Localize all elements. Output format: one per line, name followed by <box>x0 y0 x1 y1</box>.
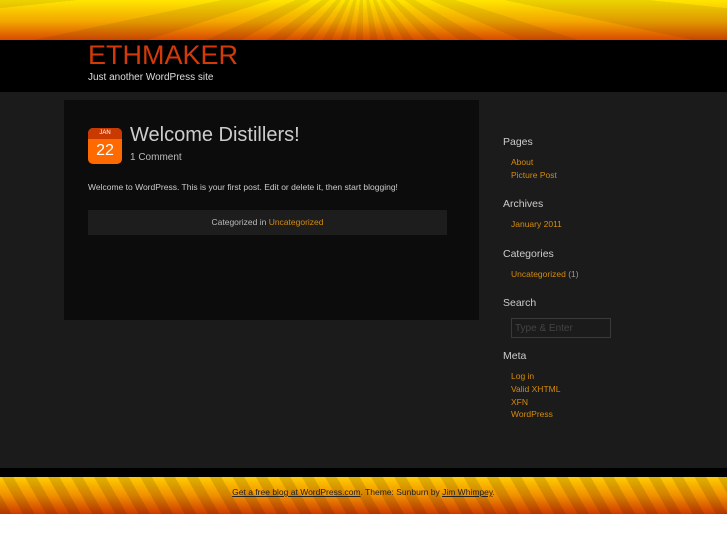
meta-link-xfn[interactable]: XFN <box>511 397 528 407</box>
category-item: Uncategorized (1) <box>511 269 579 279</box>
category-link[interactable]: Uncategorized <box>269 217 324 227</box>
sunburst-banner <box>0 0 727 40</box>
categorized-label: Categorized in <box>211 217 267 227</box>
site-header: ETHMAKER Just another WordPress site <box>0 40 727 92</box>
search-heading: Search <box>503 297 537 309</box>
calendar-date-icon: JAN 22 <box>88 128 122 164</box>
pages-heading: Pages <box>503 136 533 148</box>
search-input[interactable] <box>511 318 611 338</box>
archives-heading: Archives <box>503 198 544 210</box>
theme-author-link[interactable]: Jim Whimpey <box>442 487 492 497</box>
footer-theme-text: . Theme: Sunburn by <box>360 487 443 497</box>
post-day: 22 <box>96 142 114 159</box>
archive-link[interactable]: January 2011 <box>511 219 562 229</box>
footer: Get a free blog at WordPress.com. Theme:… <box>0 477 727 514</box>
post: JAN 22 Welcome Distillers! 1 Comment Wel… <box>64 100 479 320</box>
wordpress-com-link[interactable]: Get a free blog at WordPress.com <box>232 487 360 497</box>
categories-heading: Categories <box>503 248 554 260</box>
post-title[interactable]: Welcome Distillers! <box>130 124 300 147</box>
category-link[interactable]: Uncategorized <box>511 269 566 279</box>
page-body: JAN 22 Welcome Distillers! 1 Comment Wel… <box>0 92 727 468</box>
meta-link-login[interactable]: Log in <box>511 371 534 381</box>
page-link-picture-post[interactable]: Picture Post <box>511 170 557 180</box>
post-categories: Categorized in Uncategorized <box>88 210 447 235</box>
footer-divider <box>0 468 727 477</box>
meta-link-xhtml[interactable]: Valid XHTML <box>511 384 560 394</box>
meta-link-wordpress[interactable]: WordPress <box>511 409 553 419</box>
post-content: Welcome to WordPress. This is your first… <box>88 182 398 192</box>
footer-end: . <box>492 487 495 497</box>
site-tagline: Just another WordPress site <box>88 72 214 83</box>
site-title[interactable]: ETHMAKER <box>88 40 238 71</box>
category-count: (1) <box>568 269 579 279</box>
page-link-about[interactable]: About <box>511 157 533 167</box>
post-month: JAN <box>88 128 122 139</box>
post-comments-link[interactable]: 1 Comment <box>130 152 182 163</box>
meta-heading: Meta <box>503 350 527 362</box>
